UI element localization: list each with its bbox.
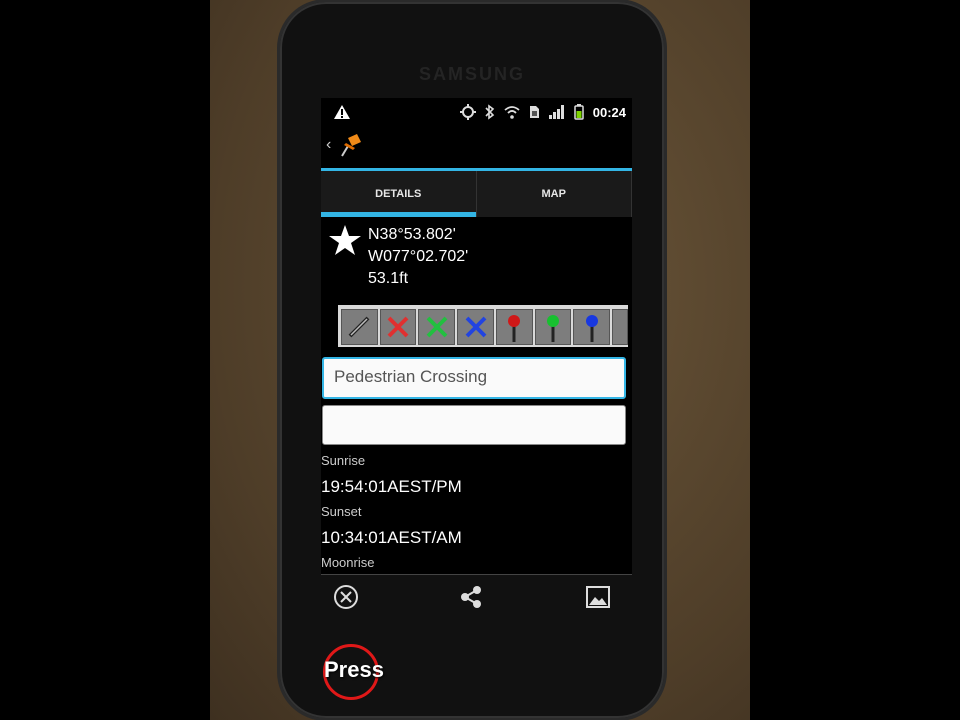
status-bar: 00:24 (321, 98, 632, 130)
battery-icon (574, 104, 584, 120)
longitude: W077°02.702' (368, 248, 469, 265)
moonrise-label: Moonrise (321, 555, 375, 570)
screen: 00:24 ‹ DETAILS MAP N38°53.802' W077°02.… (321, 98, 632, 574)
clock: 00:24 (592, 104, 626, 120)
signal-icon (548, 105, 564, 119)
sunset-label: Sunset (321, 504, 362, 519)
sunset-value: 10:34:01AEST/AM (321, 528, 462, 547)
pin-red-x-icon[interactable] (379, 309, 417, 345)
sunrise-value: 19:54:01AEST/PM (321, 477, 462, 496)
image-icon[interactable] (585, 584, 611, 610)
back-button[interactable]: ‹ (326, 136, 331, 154)
latitude: N38°53.802' (368, 226, 456, 243)
brand-logo: SAMSUNG (418, 64, 525, 84)
sim-icon (529, 106, 539, 118)
sunrise-label: Sunrise (321, 453, 366, 468)
delete-icon[interactable] (333, 584, 359, 610)
notes-input[interactable] (322, 405, 626, 445)
coordinates: N38°53.802' W077°02.702' 53.1ft (368, 224, 468, 290)
gps-icon (459, 104, 476, 120)
symbol-palette[interactable] (338, 305, 629, 347)
pin-more-icon[interactable] (612, 309, 629, 345)
pushpin-icon[interactable] (339, 132, 363, 158)
tab-map[interactable]: MAP (477, 171, 632, 217)
elevation: 53.1ft (368, 270, 409, 287)
pin-blue-x-icon[interactable] (457, 309, 494, 345)
pin-gray-icon[interactable] (341, 309, 378, 345)
bluetooth-icon (485, 104, 494, 120)
bottom-action-bar (321, 574, 632, 621)
star-icon[interactable] (328, 224, 362, 256)
pin-red-icon[interactable] (495, 309, 533, 345)
tab-details[interactable]: DETAILS (321, 171, 477, 217)
action-bar: ‹ (321, 130, 632, 171)
pin-green-x-icon[interactable] (418, 309, 456, 345)
name-input[interactable]: Pedestrian Crossing (322, 357, 626, 399)
warning-icon (334, 105, 350, 119)
wifi-icon (504, 106, 520, 119)
pin-blue-icon[interactable] (573, 309, 611, 345)
press-label: Press (324, 657, 384, 682)
pin-green-icon[interactable] (534, 309, 572, 345)
share-icon[interactable] (458, 584, 484, 610)
tab-bar: DETAILS MAP (321, 171, 632, 217)
